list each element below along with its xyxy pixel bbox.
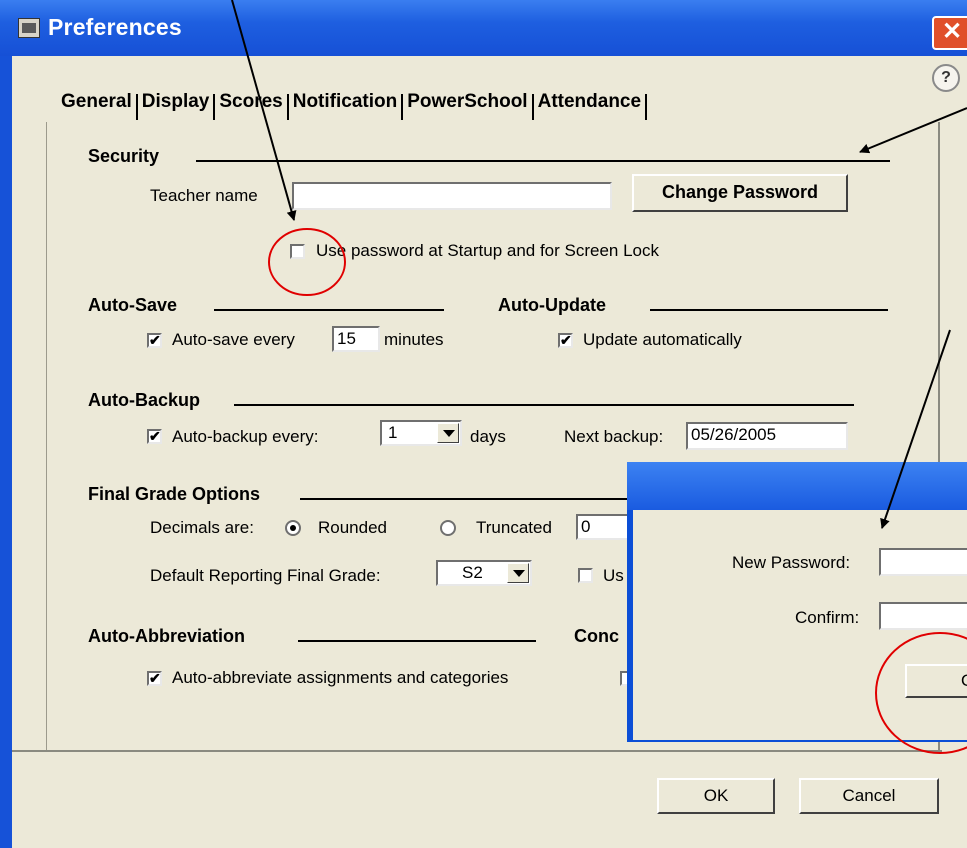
tab-separator	[286, 94, 289, 120]
rounded-label: Rounded	[318, 518, 388, 537]
ok-button[interactable]: OK	[657, 778, 775, 814]
confirm-password-input[interactable]	[879, 602, 967, 630]
auto-save-checkbox[interactable]: ✔	[147, 333, 162, 348]
help-icon[interactable]: ?	[932, 64, 960, 92]
chevron-down-icon[interactable]	[437, 423, 459, 443]
tab-separator	[645, 94, 648, 120]
default-reporting-select[interactable]: S2	[436, 560, 532, 586]
tab-display[interactable]: Display	[141, 88, 211, 122]
auto-backup-days-label: days	[470, 427, 506, 446]
truncated-label: Truncated	[476, 518, 552, 537]
auto-abbreviate-label: Auto-abbreviate assignments and categori…	[172, 668, 509, 687]
rounded-radio[interactable]	[285, 520, 301, 536]
auto-abbreviate-checkbox[interactable]: ✔	[147, 671, 162, 686]
auto-backup-prefix-label: Auto-backup every:	[172, 427, 319, 446]
auto-update-label: Update automatically	[583, 330, 742, 349]
default-reporting-label: Default Reporting Final Grade:	[150, 566, 381, 585]
password-dialog-ok-button[interactable]: O	[905, 664, 967, 698]
cancel-button[interactable]: Cancel	[799, 778, 939, 814]
auto-update-divider	[650, 309, 888, 311]
default-reporting-value: S2	[462, 563, 483, 582]
auto-update-heading: Auto-Update	[498, 295, 606, 315]
confirm-label: Confirm:	[795, 608, 860, 627]
new-password-input[interactable]	[879, 548, 967, 576]
decimals-label: Decimals are:	[150, 518, 254, 537]
next-backup-input[interactable]: 05/26/2005	[686, 422, 848, 450]
final-grade-divider	[300, 498, 630, 500]
chevron-down-icon[interactable]	[507, 563, 529, 583]
use-password-label: Use password at Startup and for Screen L…	[316, 241, 660, 260]
tab-separator	[213, 94, 216, 120]
security-heading: Security	[88, 146, 160, 166]
auto-update-checkbox[interactable]: ✔	[558, 333, 573, 348]
title-bar[interactable]: Preferences ✕	[0, 0, 967, 56]
teacher-name-input[interactable]	[292, 182, 612, 210]
app-icon	[18, 18, 40, 38]
truncated-radio[interactable]	[440, 520, 456, 536]
auto-backup-days-value: 1	[388, 423, 398, 442]
tab-separator	[135, 94, 138, 120]
concurrent-heading: Conc	[574, 626, 619, 646]
tab-general[interactable]: General	[60, 88, 133, 122]
close-button[interactable]: ✕	[932, 16, 967, 50]
auto-save-heading: Auto-Save	[88, 295, 178, 315]
final-grade-option-checkbox[interactable]	[578, 568, 593, 583]
security-divider	[196, 160, 890, 162]
next-backup-label: Next backup:	[564, 427, 664, 446]
tab-strip: General Display Scores Notification Powe…	[60, 88, 650, 122]
tab-separator	[401, 94, 404, 120]
auto-backup-divider	[234, 404, 854, 406]
tab-scores[interactable]: Scores	[218, 88, 283, 122]
auto-save-prefix-label: Auto-save every	[172, 330, 295, 349]
new-password-label: New Password:	[732, 553, 851, 572]
auto-backup-heading: Auto-Backup	[88, 390, 200, 410]
truncated-places-input[interactable]: 0	[576, 514, 630, 540]
auto-backup-checkbox[interactable]: ✔	[147, 429, 162, 444]
use-password-checkbox[interactable]	[290, 244, 305, 259]
tab-powerschool[interactable]: PowerSchool	[406, 88, 528, 122]
change-password-dialog: New Password: Confirm: O	[627, 462, 967, 742]
final-grade-heading: Final Grade Options	[88, 484, 261, 504]
auto-abbreviation-divider	[298, 640, 536, 642]
auto-save-minutes-input[interactable]: 15	[332, 326, 380, 352]
tab-separator	[531, 94, 534, 120]
window-title: Preferences	[48, 14, 182, 40]
tab-notification[interactable]: Notification	[292, 88, 399, 122]
panel-divider	[12, 750, 942, 752]
tab-attendance[interactable]: Attendance	[537, 88, 642, 122]
auto-save-minutes-label: minutes	[384, 330, 444, 349]
auto-save-divider	[214, 309, 444, 311]
change-password-button[interactable]: Change Password	[632, 174, 848, 212]
final-grade-option-label: Us	[603, 566, 624, 585]
teacher-name-label: Teacher name	[150, 186, 258, 205]
password-dialog-body: New Password: Confirm: O	[633, 510, 967, 740]
auto-abbreviation-heading: Auto-Abbreviation	[88, 626, 245, 646]
auto-backup-days-select[interactable]: 1	[380, 420, 462, 446]
password-dialog-title-bar[interactable]	[627, 462, 967, 510]
